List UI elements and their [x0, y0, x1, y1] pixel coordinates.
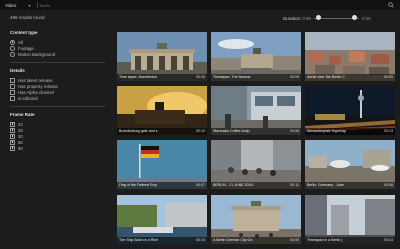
divider [10, 62, 105, 63]
video-title: Berlin, Germany - June [307, 183, 344, 188]
video-card[interactable]: BERLIN - 21 JUNE 2015: 00:11 [211, 140, 301, 189]
content-type-dropdown-value: Video [5, 2, 17, 8]
radio-button[interactable] [10, 51, 15, 57]
video-duration: 00:09 [384, 75, 393, 80]
video-card[interactable]: A Berlin German City Ga 00:09 [211, 195, 301, 244]
video-title: The Ship Boat on a Rive [119, 238, 158, 243]
slider-min-handle[interactable] [316, 15, 322, 20]
duration-max-value: 0:15 [362, 15, 371, 21]
video-card[interactable]: Flag of the Federal Rep 00:07 [117, 140, 207, 189]
content-type-dropdown[interactable]: Video ▾ [5, 2, 30, 8]
divider [37, 2, 38, 8]
checkbox[interactable] [10, 121, 15, 127]
video-duration: 00:08 [384, 183, 393, 188]
divider [10, 106, 105, 107]
video-card[interactable]: Timelapse in a Berlin ( 00:14 [305, 195, 395, 244]
video-title: Starbucks Coffee footp [213, 129, 250, 134]
duration-min-value: 0:00 [302, 15, 312, 21]
video-caption: Timelapse in a Berlin ( 00:14 [305, 237, 395, 244]
option-label: 25 [18, 127, 23, 133]
search-icon[interactable] [388, 2, 394, 8]
duration-filter: Duration: 0:00 0:15 [283, 15, 371, 21]
video-caption: Starbucks Coffee footp 00:08 [211, 128, 301, 135]
checkbox[interactable] [10, 77, 15, 83]
checkbox[interactable] [10, 133, 15, 139]
video-card[interactable]: Time lapse, Brandenbur 00:09 [117, 32, 207, 81]
video-card[interactable]: The Ship Boat on a Rive 00:15 [117, 195, 207, 244]
option-label: 30 [18, 133, 23, 139]
video-title: Flag of the Federal Rep [119, 183, 157, 188]
video-duration: 00:15 [196, 238, 205, 243]
checkbox[interactable] [10, 95, 15, 101]
option-label: 50 [18, 139, 23, 145]
details-title: Details [10, 68, 25, 73]
video-card[interactable]: Brandenburg gate and s 00:12 [117, 86, 207, 135]
video-title: Alexanderplatz Hyperlap [307, 129, 347, 134]
video-duration: 00:09 [290, 75, 299, 80]
video-title: Timelapse, The famous [213, 75, 251, 80]
video-title: Aerial view 'the Berlin C [307, 75, 345, 80]
video-duration: 00:09 [196, 75, 205, 80]
filter-sidebar: Content type All Footage Motion Backgrou… [10, 30, 105, 151]
option-label: Motion Background [18, 51, 56, 57]
video-card[interactable]: Alexanderplatz Hyperlap 00:13 [305, 86, 395, 135]
video-caption: BERLIN - 21 JUNE 2015: 00:11 [211, 182, 301, 189]
video-caption: Aerial view 'the Berlin C 00:09 [305, 74, 395, 81]
video-card[interactable]: Timelapse, The famous 00:09 [211, 32, 301, 81]
video-duration: 00:11 [290, 183, 299, 188]
video-caption: Berlin, Germany - June 00:08 [305, 182, 395, 189]
checkbox[interactable] [10, 139, 15, 145]
video-caption: Alexanderplatz Hyperlap 00:13 [305, 128, 395, 135]
video-duration: 00:07 [196, 183, 205, 188]
top-search-bar: Video ▾ [0, 0, 400, 10]
option-label: Footage [18, 45, 34, 51]
chevron-down-icon: ▾ [28, 2, 31, 8]
search-input[interactable] [40, 2, 380, 8]
duration-range-slider[interactable] [314, 15, 360, 21]
video-caption: A Berlin German City Ga 00:09 [211, 237, 301, 244]
option-label: Has talent release [18, 77, 53, 83]
video-duration: 00:14 [384, 238, 393, 243]
slider-max-handle[interactable] [352, 15, 358, 20]
video-card[interactable]: Starbucks Coffee footp 00:08 [211, 86, 301, 135]
option-label: Has Alpha channel [18, 89, 54, 95]
content-type-option[interactable]: Motion Background [10, 51, 105, 57]
video-caption: Flag of the Federal Rep 00:07 [117, 182, 207, 189]
option-label: Is editorial [18, 95, 38, 101]
frame-rate-option[interactable]: 60 [10, 145, 105, 151]
video-caption: The Ship Boat on a Rive 00:15 [117, 237, 207, 244]
details-option[interactable]: Is editorial [10, 95, 105, 101]
content-type-title: Content type [10, 30, 38, 35]
video-caption: Time lapse, Brandenbur 00:09 [117, 74, 207, 81]
option-label: Has property release [18, 83, 58, 89]
video-duration: 00:09 [290, 238, 299, 243]
radio-button[interactable] [10, 39, 15, 45]
video-title: A Berlin German City Ga [213, 238, 253, 243]
checkbox[interactable] [10, 83, 15, 89]
results-count: 496 results found [10, 15, 45, 20]
video-caption: Brandenburg gate and s 00:12 [117, 128, 207, 135]
video-title: Brandenburg gate and s [119, 129, 158, 134]
duration-label: Duration: [283, 15, 302, 21]
frame-rate-title: Frame Rate [10, 112, 35, 117]
video-caption: Timelapse, The famous 00:09 [211, 74, 301, 81]
video-duration: 00:13 [384, 129, 393, 134]
checkbox[interactable] [10, 89, 15, 95]
video-card[interactable]: Berlin, Germany - June 00:08 [305, 140, 395, 189]
video-duration: 00:12 [196, 129, 205, 134]
option-label: All [18, 39, 23, 45]
video-title: Time lapse, Brandenbur [119, 75, 158, 80]
video-title: BERLIN - 21 JUNE 2015: [213, 183, 254, 188]
video-duration: 00:08 [290, 129, 299, 134]
checkbox[interactable] [10, 127, 15, 133]
option-label: 24 [18, 121, 23, 127]
option-label: 60 [18, 145, 23, 151]
checkbox[interactable] [10, 145, 15, 151]
radio-button[interactable] [10, 45, 15, 51]
video-card[interactable]: Aerial view 'the Berlin C 00:09 [305, 32, 395, 81]
video-title: Timelapse in a Berlin ( [307, 238, 343, 243]
